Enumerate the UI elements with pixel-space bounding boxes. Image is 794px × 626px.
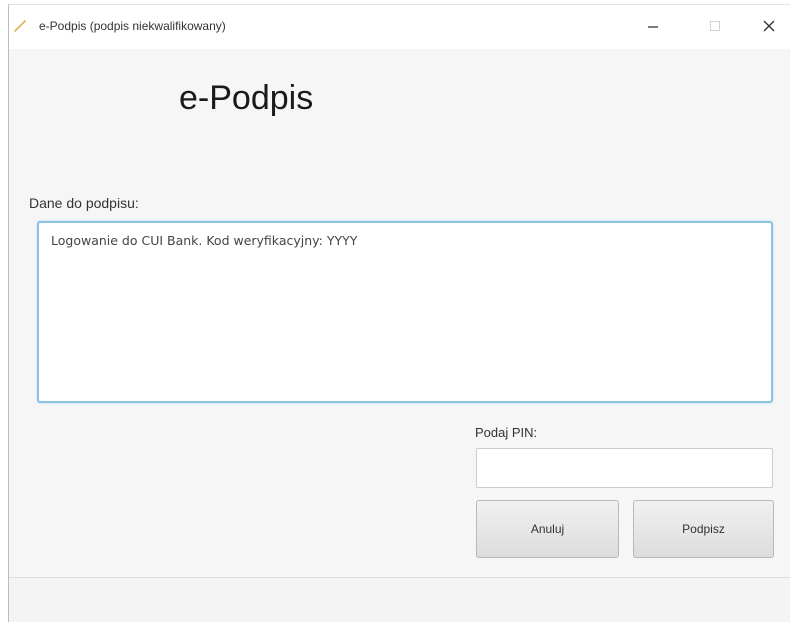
dialog-content: e-Podpis Dane do podpisu: Logowanie do C… — [9, 49, 790, 577]
page-title: e-Podpis — [179, 79, 314, 117]
maximize-button[interactable] — [695, 11, 735, 41]
minimize-icon — [648, 26, 658, 28]
pen-icon — [13, 19, 27, 33]
window-title: e-Podpis (podpis niekwalifikowany) — [39, 19, 226, 33]
data-to-sign-textarea[interactable]: Logowanie do CUI Bank. Kod weryfikacyjny… — [37, 221, 773, 403]
close-button[interactable] — [749, 11, 789, 41]
data-to-sign-label: Dane do podpisu: — [29, 195, 139, 211]
minimize-button[interactable] — [633, 11, 673, 41]
maximize-icon — [710, 21, 720, 31]
pin-input[interactable] — [476, 448, 773, 488]
status-footer — [9, 577, 790, 622]
pin-label: Podaj PIN: — [475, 425, 538, 440]
dialog-window: e-Podpis (podpis niekwalifikowany) e-Pod… — [8, 4, 790, 622]
title-bar[interactable]: e-Podpis (podpis niekwalifikowany) — [9, 5, 790, 49]
sign-button[interactable]: Podpisz — [633, 500, 774, 558]
close-icon — [763, 20, 775, 32]
cancel-button[interactable]: Anuluj — [476, 500, 619, 558]
data-to-sign-text: Logowanie do CUI Bank. Kod weryfikacyjny… — [51, 233, 358, 248]
